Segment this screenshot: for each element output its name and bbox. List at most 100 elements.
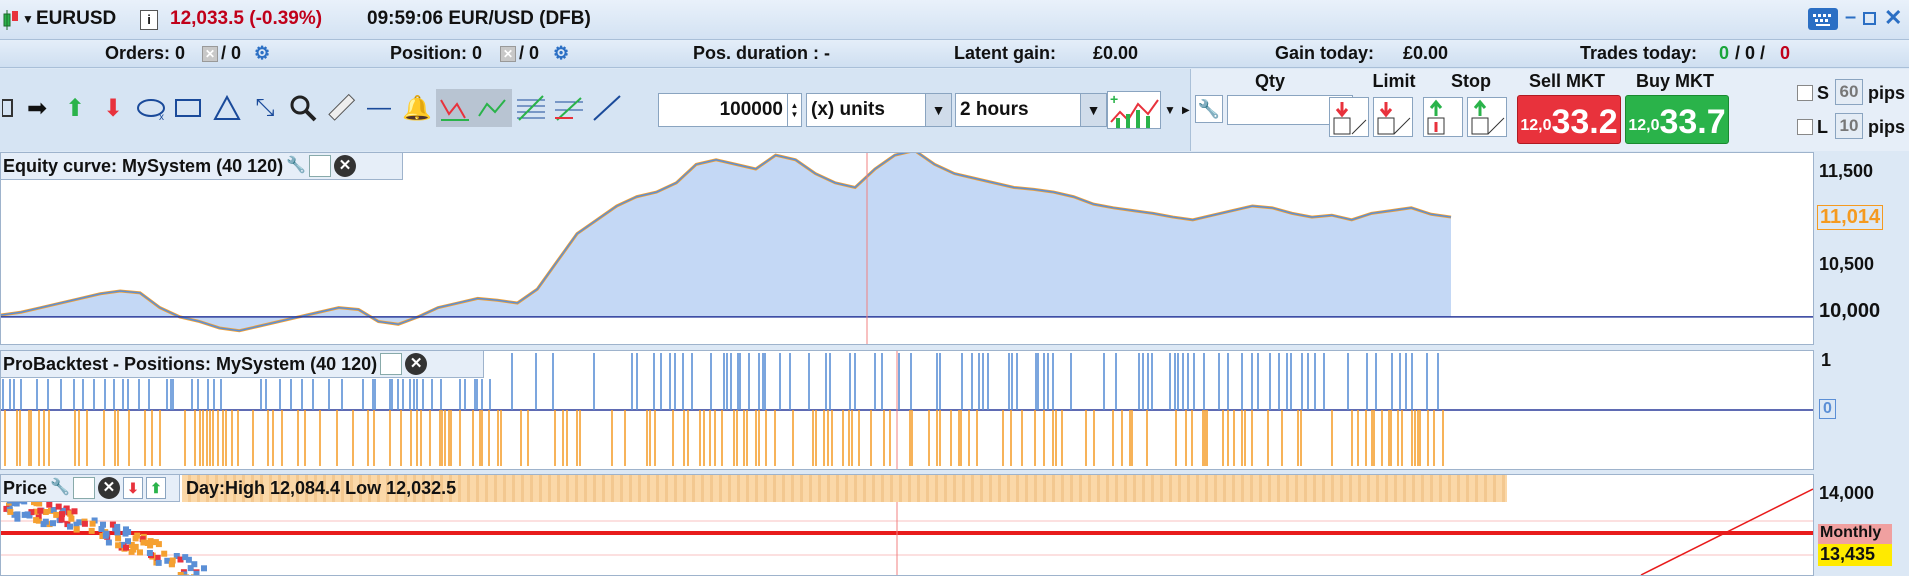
price-candle <box>14 511 21 518</box>
buy-order-icon[interactable]: ⬆ <box>145 477 166 499</box>
positions-panel-title-bar: ProBacktest - Positions: MySystem (40 12… <box>0 350 484 378</box>
channel-icon[interactable] <box>550 89 588 127</box>
limit-sell-icon[interactable] <box>1373 97 1413 137</box>
sell-mkt-button[interactable]: 12,0 33.2 <box>1517 95 1621 144</box>
close-panel-icon[interactable]: ✕ <box>97 477 120 499</box>
equity-scale-11500: 11,500 <box>1819 161 1874 181</box>
position-cancel-icon[interactable]: ✕ <box>500 46 516 62</box>
price-candle <box>42 518 49 525</box>
pos-duration: Pos. duration : - <box>693 43 830 63</box>
s-checkbox[interactable] <box>1797 85 1813 101</box>
price-candle <box>50 520 56 527</box>
indicators-icon[interactable]: + <box>1107 91 1161 129</box>
l-checkbox[interactable] <box>1797 119 1813 135</box>
timeframe-value[interactable]: 2 hours <box>960 99 1029 121</box>
buy-mkt-button[interactable]: 12,0 33.7 <box>1625 95 1729 144</box>
close-icon[interactable]: ✕ <box>1884 5 1902 31</box>
stop-buy-icon[interactable] <box>1423 97 1463 137</box>
time-instrument-name: 09:59:06 EUR/USD (DFB) <box>367 8 591 29</box>
price-candle <box>191 561 198 568</box>
trades-win: 0 <box>1719 43 1730 63</box>
price-candle <box>114 523 121 530</box>
close-panel-icon[interactable]: ✕ <box>405 353 428 375</box>
timeframe-dropdown-icon[interactable]: ▼ <box>1080 94 1106 126</box>
s-pips-label: pips <box>1868 83 1906 103</box>
orders-cancel-icon[interactable]: ✕ <box>202 46 218 62</box>
order-panel: 🔧 Qty 1 Limit Stop Sell MKT 12,0 33.2 Bu… <box>1190 69 1909 151</box>
price-candle <box>152 539 159 546</box>
quantity-input[interactable]: 100000 ▲ ▼ <box>658 93 802 127</box>
segment-icon[interactable] <box>588 89 626 127</box>
equity-panel <box>0 152 1814 345</box>
info-icon[interactable]: i <box>140 10 158 30</box>
price-candle <box>201 565 207 572</box>
l-input[interactable]: 10 <box>1835 113 1863 139</box>
ellipse-icon[interactable]: x <box>132 89 170 127</box>
wrench-icon[interactable]: 🔧 <box>1195 95 1223 123</box>
sell-price-small: 12,0 <box>1520 117 1552 134</box>
wrench-icon[interactable]: 🔧 <box>50 475 70 501</box>
quantity-spinner-icon[interactable]: ▲ ▼ <box>787 94 801 126</box>
units-value[interactable]: (x) units <box>811 99 885 121</box>
timeframe-select[interactable]: 2 hours ▼ <box>955 93 1107 127</box>
indicators-dropdown-icon[interactable]: ▼ <box>1164 103 1176 117</box>
price-candle <box>42 509 49 515</box>
orders-sep: / 0 <box>221 43 242 63</box>
price-candle <box>155 559 162 566</box>
instrument-dropdown-icon[interactable]: ▼ <box>22 12 34 26</box>
price-candle <box>46 501 53 508</box>
trendline-green-icon[interactable] <box>474 89 512 127</box>
wrench-icon[interactable]: 🔧 <box>286 153 306 179</box>
price-candle <box>123 526 129 533</box>
select-icon[interactable] <box>0 89 18 127</box>
position-settings-icon[interactable]: ⚙ <box>553 43 569 64</box>
zoom-icon[interactable] <box>284 89 322 127</box>
units-select[interactable]: (x) units ▼ <box>806 93 952 127</box>
toolbar-expand-icon[interactable]: ▶ <box>1182 105 1190 116</box>
l-label: L <box>1817 117 1828 137</box>
stop-sell-icon[interactable] <box>1467 97 1507 137</box>
buy-arrow-icon[interactable]: ⬆ <box>56 89 94 127</box>
sell-arrow-icon[interactable]: ⬇ <box>94 89 132 127</box>
sell-order-icon[interactable]: ⬇ <box>122 477 143 499</box>
price-candle <box>71 508 78 515</box>
triangle-icon[interactable] <box>208 89 246 127</box>
orders-settings-icon[interactable]: ⚙ <box>254 43 270 64</box>
sell-price-big: 33.2 <box>1551 103 1618 141</box>
minimize-icon[interactable]: – <box>1845 6 1856 29</box>
price-candle <box>88 527 95 534</box>
units-dropdown-icon[interactable]: ▼ <box>925 94 951 126</box>
restore-icon[interactable] <box>1863 12 1876 25</box>
window-icon[interactable] <box>380 353 403 375</box>
price-change: 12,033.5 (-0.39%) <box>170 8 323 29</box>
stop-label: Stop <box>1451 71 1491 91</box>
alert-bell-icon[interactable]: 🔔 <box>398 89 436 127</box>
price-candle <box>81 520 88 527</box>
candle-icon[interactable] <box>0 9 20 31</box>
window-icon[interactable] <box>309 155 332 177</box>
arrow-right-icon[interactable]: ➡ <box>18 89 56 127</box>
fibonacci-icon[interactable] <box>512 89 550 127</box>
price-candle <box>123 544 129 551</box>
trendline-red-icon[interactable] <box>436 89 474 127</box>
instrument-name[interactable]: EURUSD <box>36 8 116 30</box>
rectangle-icon[interactable] <box>170 89 208 127</box>
sell-mkt-label: Sell MKT <box>1528 71 1605 91</box>
s-label: S <box>1817 83 1830 103</box>
monthly-level: 13,435 <box>1818 544 1892 566</box>
drawing-toolbar: ➡ ⬆ ⬇ x ⤡ — 🔔 100000 ▲ ▼ (x) units ▼ 2 ho… <box>0 69 1190 151</box>
keyboard-icon[interactable] <box>1808 8 1838 30</box>
quantity-value[interactable]: 100000 <box>663 99 787 121</box>
price-candle <box>134 532 141 539</box>
price-candle <box>182 554 189 561</box>
price-candle <box>132 543 139 550</box>
ruler-icon[interactable] <box>322 89 360 127</box>
close-panel-icon[interactable]: ✕ <box>334 155 357 177</box>
limit-buy-icon[interactable] <box>1329 97 1369 137</box>
diagonal-arrows-icon[interactable]: ⤡ <box>246 89 284 127</box>
monthly-label: Monthly <box>1818 524 1892 544</box>
s-input[interactable]: 60 <box>1835 79 1863 105</box>
buy-price-big: 33.7 <box>1659 103 1726 141</box>
window-icon[interactable] <box>72 477 95 499</box>
horizontal-line-icon[interactable]: — <box>360 89 398 127</box>
